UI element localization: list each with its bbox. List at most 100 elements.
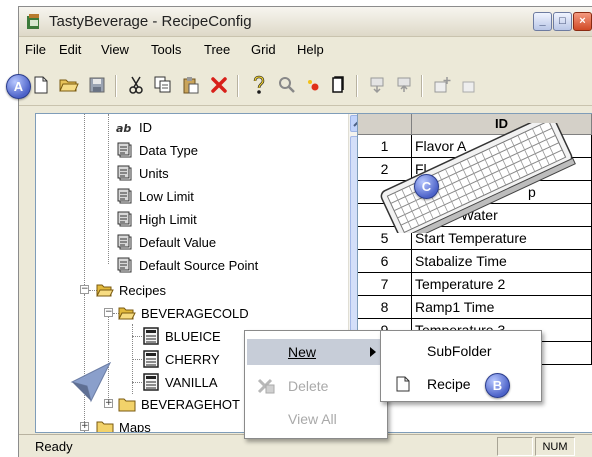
tree-item-id[interactable]: ab ID: [116, 116, 152, 138]
window-title: TastyBeverage - RecipeConfig: [49, 13, 252, 30]
grid-row-number[interactable]: 8: [358, 296, 412, 319]
keyboard-icon: [380, 123, 576, 233]
menu-bar: File Edit View Tools Tree Grid Help: [19, 38, 592, 62]
tree-item-default-value[interactable]: Default Value: [116, 231, 216, 253]
submenu-recipe[interactable]: Recipe: [383, 371, 540, 397]
cut-icon[interactable]: [124, 73, 148, 97]
tree-item-beveragecold[interactable]: BEVERAGECOLD: [118, 302, 249, 324]
property-icon: [116, 256, 134, 274]
folder-icon: [96, 418, 114, 432]
add-folder-icon[interactable]: [459, 73, 483, 97]
menu-tools[interactable]: Tools: [151, 42, 181, 57]
context-menu: New Delete View All: [244, 330, 388, 439]
context-menu-view-all[interactable]: View All: [247, 406, 386, 432]
minimize-button[interactable]: _: [533, 12, 552, 31]
tree-item-maps[interactable]: Maps: [96, 416, 151, 433]
mouse-pointer-icon: [70, 361, 112, 403]
save-icon[interactable]: [85, 73, 109, 97]
menu-edit[interactable]: Edit: [59, 42, 81, 57]
context-menu-delete[interactable]: Delete: [247, 373, 386, 399]
tree-connector: [84, 114, 85, 287]
menu-file[interactable]: File: [25, 42, 46, 57]
submenu-arrow-icon: [370, 347, 376, 357]
move-up-icon[interactable]: [392, 73, 416, 97]
expand-maps-toggle[interactable]: +: [80, 422, 89, 431]
move-down-icon[interactable]: [365, 73, 389, 97]
tree-item-label: Low Limit: [139, 188, 194, 204]
folder-open-icon: [118, 304, 136, 322]
toolbar-separator: [115, 75, 117, 97]
tree-connector: [132, 382, 142, 383]
status-text: Ready: [35, 439, 73, 454]
tree-item-label: Recipes: [119, 282, 166, 298]
grid-cell[interactable]: Ramp1 Time: [412, 296, 592, 319]
help-icon[interactable]: [247, 73, 271, 97]
tree-item-label: Default Value: [139, 234, 217, 250]
new-recipe-icon: [396, 376, 410, 392]
tree-item-label: CHERRY: [165, 351, 220, 367]
property-icon: [116, 187, 134, 205]
tree-item-label: VANILLA: [165, 374, 218, 390]
paste-icon[interactable]: [179, 73, 203, 97]
tree-item-units[interactable]: Units: [116, 162, 169, 184]
find-icon[interactable]: [275, 73, 299, 97]
num-lock-indicator: NUM: [535, 437, 575, 456]
collapse-recipes-toggle[interactable]: −: [80, 285, 89, 294]
new-file-icon[interactable]: [29, 73, 53, 97]
tree-item-blueice[interactable]: BLUEICE: [142, 325, 221, 347]
grid-cell[interactable]: Stabalize Time: [412, 250, 592, 273]
folder-open-icon: [96, 281, 114, 299]
tree-item-vanilla[interactable]: VANILLA: [142, 371, 218, 393]
svg-text:ab: ab: [116, 122, 131, 134]
toolbar-separator: [356, 75, 358, 97]
tree-item-high-limit[interactable]: High Limit: [116, 208, 197, 230]
recipe-icon: [142, 327, 160, 345]
toolbar: [19, 64, 592, 106]
collapse-beveragecold-toggle[interactable]: −: [104, 308, 113, 317]
menu-grid[interactable]: Grid: [251, 42, 276, 57]
grid-cell[interactable]: Temperature 2: [412, 273, 592, 296]
maximize-button[interactable]: □: [553, 12, 572, 31]
delete-icon: [257, 378, 275, 394]
tree-item-data-type[interactable]: Data Type: [116, 139, 198, 161]
tree-connector: [108, 114, 109, 264]
tree-item-low-limit[interactable]: Low Limit: [116, 185, 194, 207]
context-menu-new[interactable]: New: [247, 339, 386, 365]
tree-item-default-source-point[interactable]: Default Source Point: [116, 254, 258, 276]
callout-badge-b: B: [485, 373, 510, 398]
menu-help[interactable]: Help: [297, 42, 324, 57]
tree-item-label: Maps: [119, 419, 151, 433]
tree-item-beveragehot[interactable]: BEVERAGEHOT: [118, 393, 240, 415]
tree-item-label: BEVERAGEHOT: [141, 396, 240, 412]
tree-item-label: Data Type: [139, 142, 199, 158]
status-panel-empty: [497, 437, 533, 456]
submenu-subfolder[interactable]: SubFolder: [383, 338, 540, 364]
callout-badge-c: C: [414, 174, 439, 199]
folder-icon: [118, 395, 136, 413]
recipe-icon: [142, 350, 160, 368]
new-submenu: SubFolder Recipe: [380, 330, 542, 402]
recipe-icon: [142, 373, 160, 391]
property-icon: [116, 233, 134, 251]
tree-item-label: High Limit: [139, 211, 197, 227]
menu-view[interactable]: View: [101, 42, 129, 57]
document-icon[interactable]: [326, 73, 350, 97]
tree-item-label: BLUEICE: [165, 328, 221, 344]
tree-item-recipes[interactable]: Recipes: [96, 279, 166, 301]
copy-icon[interactable]: [151, 73, 175, 97]
toolbar-separator: [421, 75, 423, 97]
property-icon: [116, 141, 134, 159]
id-icon: ab: [116, 118, 134, 136]
tree-item-cherry[interactable]: CHERRY: [142, 348, 220, 370]
delete-icon[interactable]: [207, 73, 231, 97]
open-folder-icon[interactable]: [57, 73, 81, 97]
highlight-icon[interactable]: [301, 73, 325, 97]
tree-connector: [132, 336, 142, 337]
grid-row-number[interactable]: 7: [358, 273, 412, 296]
property-icon: [116, 210, 134, 228]
grid-row-number[interactable]: 6: [358, 250, 412, 273]
add-item-icon[interactable]: [431, 73, 455, 97]
menu-tree[interactable]: Tree: [204, 42, 230, 57]
close-button[interactable]: ×: [573, 12, 592, 31]
tree-connector: [132, 359, 142, 360]
